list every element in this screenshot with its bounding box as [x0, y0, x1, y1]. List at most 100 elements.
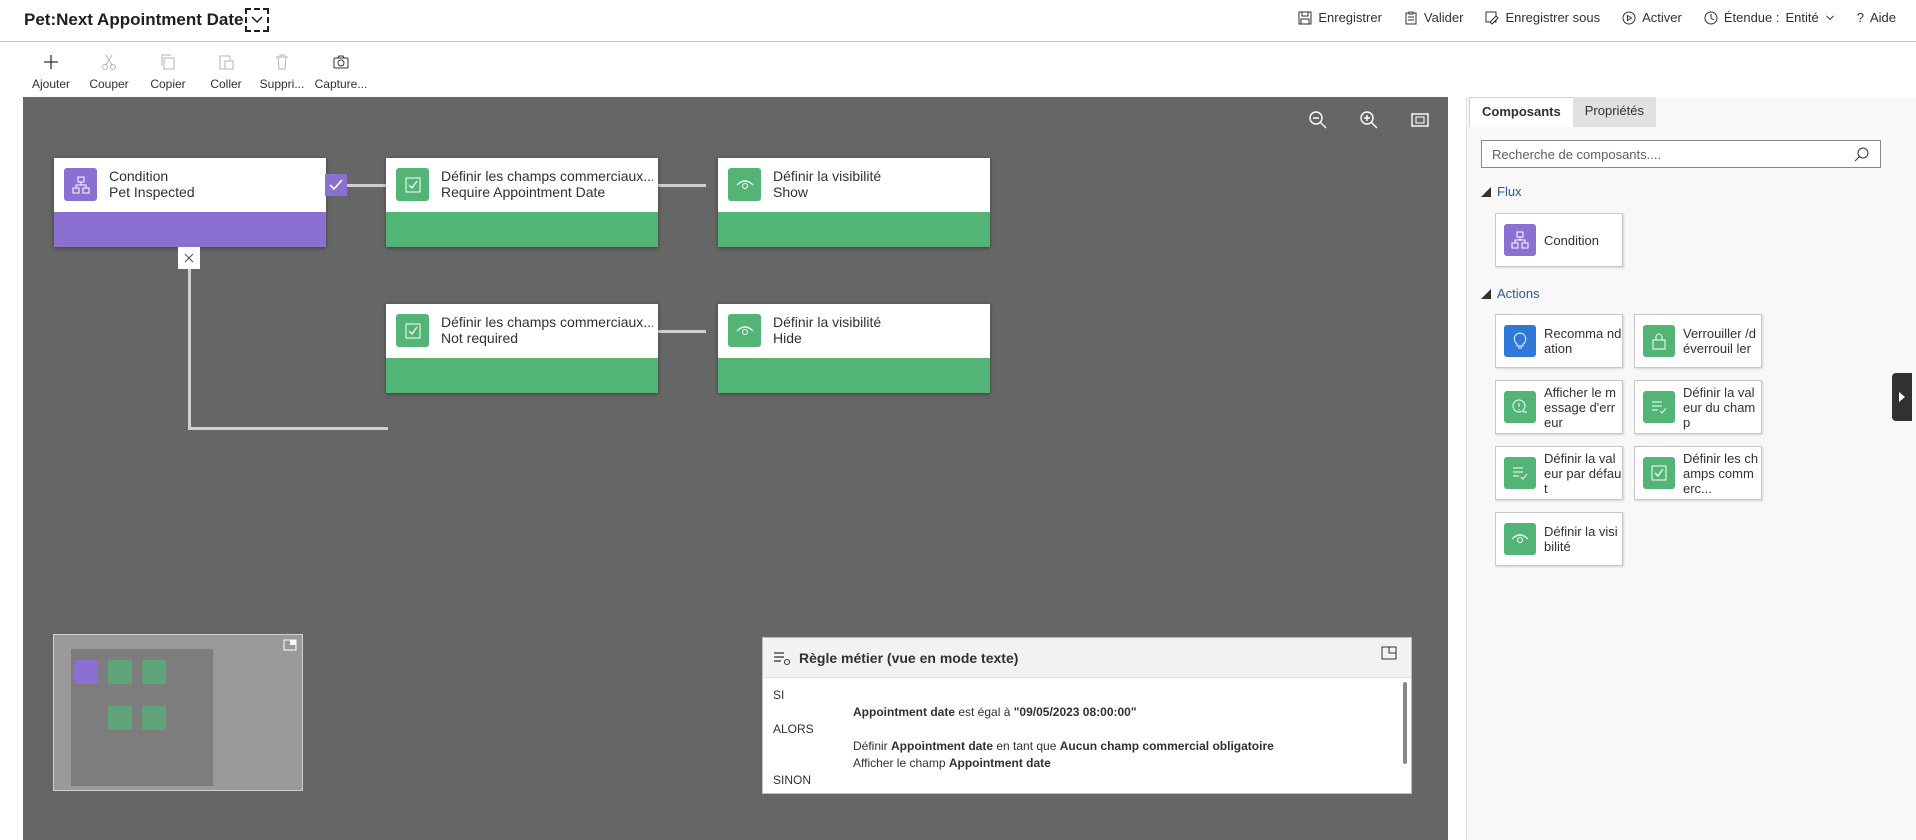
if-operator: est égal à: [955, 705, 1014, 719]
minimap-condition: [74, 660, 98, 684]
flow-section-header[interactable]: Flux: [1481, 184, 1522, 199]
condition-node-title: Condition: [109, 168, 169, 184]
component-set-field-value[interactable]: Définir la valeur du champ: [1634, 380, 1762, 434]
cut-button[interactable]: Couper: [80, 53, 138, 91]
title-chevron-down-icon[interactable]: [245, 8, 270, 32]
panel-expander-button[interactable]: [1892, 373, 1912, 421]
component-set-visibility[interactable]: Définir la visibilité: [1495, 512, 1623, 566]
help-button[interactable]: ? Aide: [1857, 10, 1896, 25]
panel-tabs: Composants Propriétés: [1469, 97, 1656, 127]
component-condition[interactable]: Condition: [1495, 213, 1623, 267]
rule-title: Pet:Next Appointment Date: [24, 8, 270, 32]
add-button[interactable]: Ajouter: [22, 53, 80, 91]
set-business-required-node[interactable]: Définir les champs commerciaux... Requir…: [386, 158, 658, 247]
then1-value: Aucun champ commercial obligatoire: [1059, 739, 1274, 753]
component-set-visibility-label: Définir la visibilité: [1544, 524, 1618, 554]
condition-node-icon: [64, 168, 97, 201]
paste-button[interactable]: Coller: [197, 53, 255, 91]
minimap-collapse-icon[interactable]: [283, 639, 297, 651]
component-recommendation[interactable]: Recomma ndation: [1495, 314, 1623, 368]
rule-title-text: Pet:Next Appointment Date: [24, 10, 244, 29]
activate-icon: [1622, 11, 1636, 24]
if-clause: Appointment date est égal à "09/05/2023 …: [773, 704, 1401, 721]
set-business-not-required-node[interactable]: Définir les champs commerciaux... Not re…: [386, 304, 658, 393]
trash-icon: [276, 54, 288, 70]
component-show-error[interactable]: Afficher le message d'erreur: [1495, 380, 1623, 434]
search-icon[interactable]: [1854, 146, 1870, 162]
condition-node[interactable]: Condition Pet Inspected: [54, 158, 326, 247]
scope-label: Étendue :: [1723, 10, 1780, 25]
eye-icon: [1504, 523, 1536, 555]
then-clause-1: Définir Appointment date en tant que Auc…: [773, 738, 1401, 755]
component-search-input[interactable]: Recherche de composants....: [1481, 140, 1881, 168]
save-button[interactable]: Enregistrer: [1298, 10, 1382, 25]
minimap[interactable]: [53, 634, 303, 791]
component-show-error-label: Afficher le message d'erreur: [1544, 384, 1617, 430]
fit-to-screen-icon[interactable]: [1409, 109, 1431, 131]
flow-label: Flux: [1497, 184, 1522, 199]
zoom-out-icon[interactable]: [1307, 109, 1329, 131]
activate-button[interactable]: Activer: [1622, 10, 1682, 25]
paste-label: Coller: [210, 77, 242, 91]
if-label: SI: [773, 688, 785, 702]
then1-prefix: Définir: [853, 739, 892, 753]
set-visibility-show-band: [718, 212, 990, 247]
set-visibility-hide-subtitle: Hide: [773, 330, 802, 346]
component-set-business-required[interactable]: Définir les champs commerc...: [1634, 446, 1762, 500]
if-value: "09/05/2023 08:00:00": [1013, 705, 1137, 719]
text-view-header: Règle métier (vue en mode texte): [763, 638, 1411, 678]
false-branch-close-icon[interactable]: [178, 247, 200, 269]
validate-button[interactable]: Valider: [1404, 10, 1463, 25]
component-lock-unlock[interactable]: Verrouiller /déverrouil ler: [1634, 314, 1762, 368]
actions-label: Actions: [1497, 286, 1540, 301]
copy-button[interactable]: Copier: [139, 53, 197, 91]
component-set-field-value-label: Définir la valeur du champ: [1683, 384, 1756, 430]
set-visibility-show-subtitle: Show: [773, 184, 809, 200]
save-as-label: Enregistrer sous: [1505, 10, 1601, 25]
checkbox-icon: [1643, 457, 1675, 489]
scope-icon: [1704, 11, 1718, 24]
save-as-button[interactable]: Enregistrer sous: [1485, 10, 1600, 25]
component-set-default-value[interactable]: Définir la valeur par défaut: [1495, 446, 1623, 500]
design-canvas[interactable]: Condition Pet Inspected Définir les cham…: [23, 97, 1448, 840]
then-clause-2: Afficher le champ Appointment date: [773, 755, 1401, 772]
text-view-scrollbar[interactable]: [1403, 682, 1407, 764]
help-icon: ?: [1856, 10, 1864, 25]
set-visibility-hide-text: Définir la visibilité Hide: [773, 314, 985, 346]
set-visibility-hide-node[interactable]: Définir la visibilité Hide: [718, 304, 990, 393]
scope-dropdown[interactable]: Étendue : Entité: [1704, 10, 1835, 25]
delete-button[interactable]: Suppri...: [253, 53, 311, 91]
condition-node-text: Condition Pet Inspected: [109, 168, 321, 200]
list-check-icon: [1643, 391, 1675, 423]
set-visibility-hide-band: [718, 358, 990, 393]
component-set-business-required-label: Définir les champs commerc...: [1683, 450, 1759, 496]
chevron-down-icon: [1825, 15, 1834, 20]
minimap-show: [142, 660, 166, 684]
top-bar: Pet:Next Appointment Date Enregistrer Va…: [0, 0, 1916, 42]
checkbox-icon: [396, 314, 429, 347]
text-view-collapse-icon[interactable]: [1381, 646, 1397, 660]
tab-components[interactable]: Composants: [1469, 97, 1573, 127]
clipboard-check-icon: [1405, 11, 1417, 24]
text-view-panel: Règle métier (vue en mode texte) SI Appo…: [762, 637, 1412, 794]
components-panel: Composants Propriétés Recherche de compo…: [1466, 97, 1916, 840]
eye-icon: [728, 314, 761, 347]
capture-button[interactable]: Capture...: [312, 53, 370, 91]
list-check-icon: [1504, 457, 1536, 489]
checkbox-icon: [396, 168, 429, 201]
save-as-icon: [1485, 11, 1500, 25]
capture-label: Capture...: [314, 77, 368, 91]
condition-node-band: [54, 212, 326, 247]
save-label: Enregistrer: [1318, 10, 1382, 25]
top-actions: Enregistrer Valider Enregistrer sous Act…: [1298, 10, 1896, 25]
copy-label: Copier: [150, 77, 186, 91]
tab-properties[interactable]: Propriétés: [1572, 97, 1656, 127]
true-branch-check-icon[interactable]: [325, 174, 347, 196]
cut-label: Couper: [89, 77, 129, 91]
text-view-body: SI Appointment date est égal à "09/05/20…: [763, 678, 1411, 798]
set-business-required-text: Définir les champs commerciaux... Requir…: [441, 168, 653, 200]
zoom-in-icon[interactable]: [1358, 109, 1380, 131]
set-visibility-show-node[interactable]: Définir la visibilité Show: [718, 158, 990, 247]
actions-section-header[interactable]: Actions: [1481, 286, 1540, 301]
plus-icon: [44, 55, 58, 69]
